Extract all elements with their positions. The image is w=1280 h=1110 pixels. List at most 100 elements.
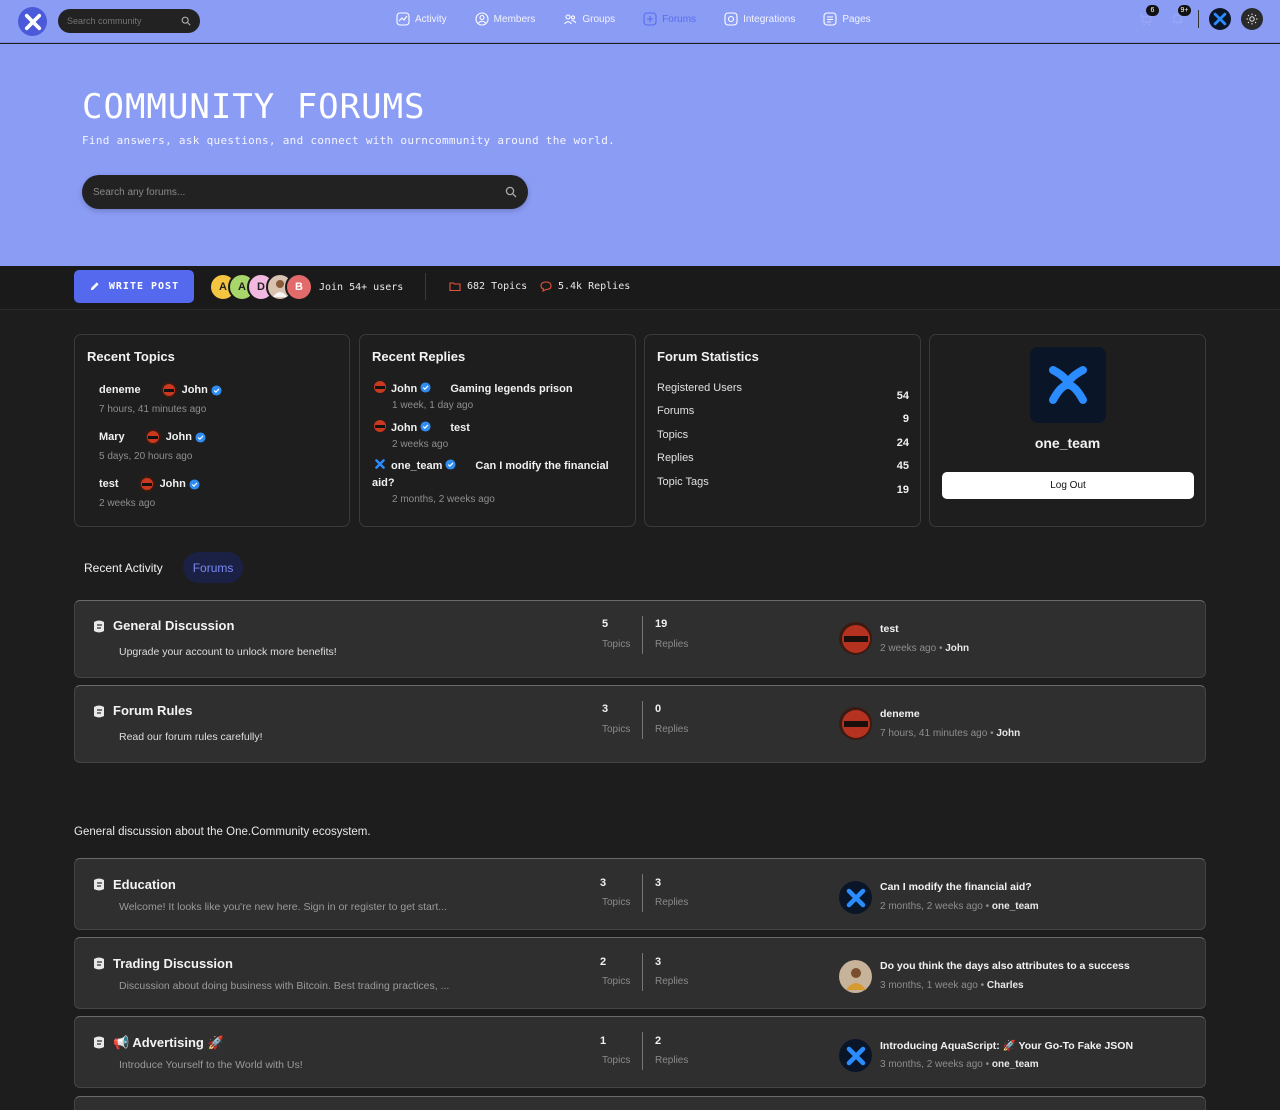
nav-divider [1198,10,1199,28]
stat-value: 19 [896,484,909,496]
last-topic[interactable]: deneme [880,708,920,720]
author-avatar [160,382,177,398]
hero-banner: COMMUNITY FORUMS Find answers, ask quest… [0,44,1280,266]
last-topic[interactable]: Do you think the days also attributes to… [880,960,1130,972]
reply-author[interactable]: John [391,422,417,434]
nav-groups[interactable]: Groups [563,11,615,27]
main-nav-links: Activity Members Groups Forums Integrati… [396,11,899,27]
forum-search[interactable] [82,175,528,209]
reply-topic[interactable]: Gaming legends prison [450,383,572,395]
forum-icon [94,878,104,891]
forum-row-forum-rules[interactable]: Forum Rules Read our forum rules careful… [74,685,1206,763]
nav-members[interactable]: Members [475,11,536,27]
reply-author[interactable]: one_team [391,460,442,472]
last-poster-avatar[interactable] [839,1039,872,1072]
forum-row-partial[interactable] [74,1096,1206,1110]
reply-time: 2 weeks ago [392,439,449,450]
game-avatar-icon [146,431,159,443]
topic-title[interactable]: test [99,478,119,490]
person-photo-icon [845,967,866,990]
messages-button[interactable]: 9+ [1166,5,1191,30]
forum-title[interactable]: Education [113,877,176,892]
last-topic[interactable]: Introducing AquaScript: 🚀 Your Go-To Fak… [880,1039,1133,1052]
forum-title[interactable]: General Discussion [113,618,234,633]
messages-badge: 9+ [1178,5,1191,16]
stat-row: Replies 45 [657,452,909,472]
stat-value: 9 [902,413,909,425]
author-name[interactable]: John [166,431,192,443]
search-icon[interactable] [181,16,191,26]
forum-description: Read our forum rules carefully! [119,731,263,743]
tab-forums[interactable]: Forums [182,552,244,583]
list-item[interactable]: test John 2 weeks ago [99,476,200,509]
x-logo-icon [24,13,41,30]
verified-icon [195,431,206,443]
nav-members-label: Members [493,13,536,25]
forum-row-general-discussion[interactable]: General Discussion Upgrade your account … [74,600,1206,678]
last-poster-avatar[interactable] [839,881,872,914]
forum-row-advertising[interactable]: 📢 Advertising 🚀 Introduce Yourself to th… [74,1016,1206,1088]
forum-search-input[interactable] [93,186,493,198]
x-logo-icon [375,459,385,469]
community-search-input[interactable] [67,16,175,26]
last-post-author[interactable]: John [945,643,969,654]
write-post-label: WRITE POST [108,281,180,292]
tab-recent-activity[interactable]: Recent Activity [74,552,173,583]
list-item[interactable]: John test 2 weeks ago [372,419,622,450]
last-poster-avatar[interactable] [839,707,872,740]
nav-activity[interactable]: Activity [396,11,447,27]
forum-row-education[interactable]: Education Welcome! It looks like you're … [74,858,1206,930]
separator-dot: • [938,643,943,654]
topic-title[interactable]: Mary [99,431,125,443]
notifications-button[interactable]: 6 [1134,5,1159,30]
reply-author[interactable]: John [391,383,417,395]
author-name[interactable]: John [182,384,208,396]
x-logo-icon [1213,12,1227,26]
user-avatar[interactable] [1209,8,1231,30]
write-post-button[interactable]: WRITE POST [74,270,194,303]
brand-logo[interactable] [18,7,47,36]
logout-button[interactable]: Log Out [942,472,1194,499]
profile-logo[interactable] [1030,347,1106,423]
forum-title[interactable]: 📢 Advertising 🚀 [113,1035,224,1051]
sun-icon [1246,13,1258,25]
replies-label: Replies [655,897,689,908]
topics-label: Topics [602,724,631,735]
avatar[interactable]: B [285,273,313,301]
community-search[interactable] [58,9,200,33]
list-item[interactable]: Mary John 5 days, 20 hours ago [99,429,206,462]
last-topic[interactable]: Can I modify the financial aid? [880,881,1032,893]
last-topic[interactable]: test [880,623,899,635]
divider [425,273,426,300]
verified-icon [445,459,456,470]
forum-description: Welcome! It looks like you're new here. … [119,901,448,913]
nav-forums[interactable]: Forums [643,11,696,27]
list-item[interactable]: deneme John 7 hours, 41 minutes ago [99,382,222,415]
search-icon[interactable] [505,186,517,198]
last-post-author[interactable]: one_team [992,901,1039,912]
forum-row-trading-discussion[interactable]: Trading Discussion Discussion about doin… [74,937,1206,1009]
separator-dot: • [985,901,990,912]
reply-topic[interactable]: test [450,422,470,434]
topic-title[interactable]: deneme [99,384,141,396]
divider [642,1032,643,1070]
list-item[interactable]: John Gaming legends prison 1 week, 1 day… [372,380,622,411]
separator-dot: • [990,728,994,739]
forum-description: Upgrade your account to unlock more bene… [119,646,337,658]
last-post-author[interactable]: John [996,728,1020,739]
last-poster-avatar[interactable] [839,960,872,993]
theme-toggle[interactable] [1241,8,1263,30]
forum-title[interactable]: Trading Discussion [113,956,233,971]
last-post-author[interactable]: one_team [992,1059,1039,1070]
profile-card: one_team Log Out [929,334,1206,527]
nav-pages[interactable]: Pages [823,11,871,27]
author-name[interactable]: John [160,478,186,490]
last-post-time: 2 weeks ago [880,643,937,654]
profile-name[interactable]: one_team [930,435,1205,451]
last-post-author[interactable]: Charles [987,980,1024,991]
nav-integrations[interactable]: Integrations [724,11,795,27]
list-item[interactable]: one_team Can I modify the financial aid?… [372,458,622,505]
topic-time: 5 days, 20 hours ago [99,451,193,462]
forum-title[interactable]: Forum Rules [113,703,192,718]
last-poster-avatar[interactable] [839,622,872,655]
